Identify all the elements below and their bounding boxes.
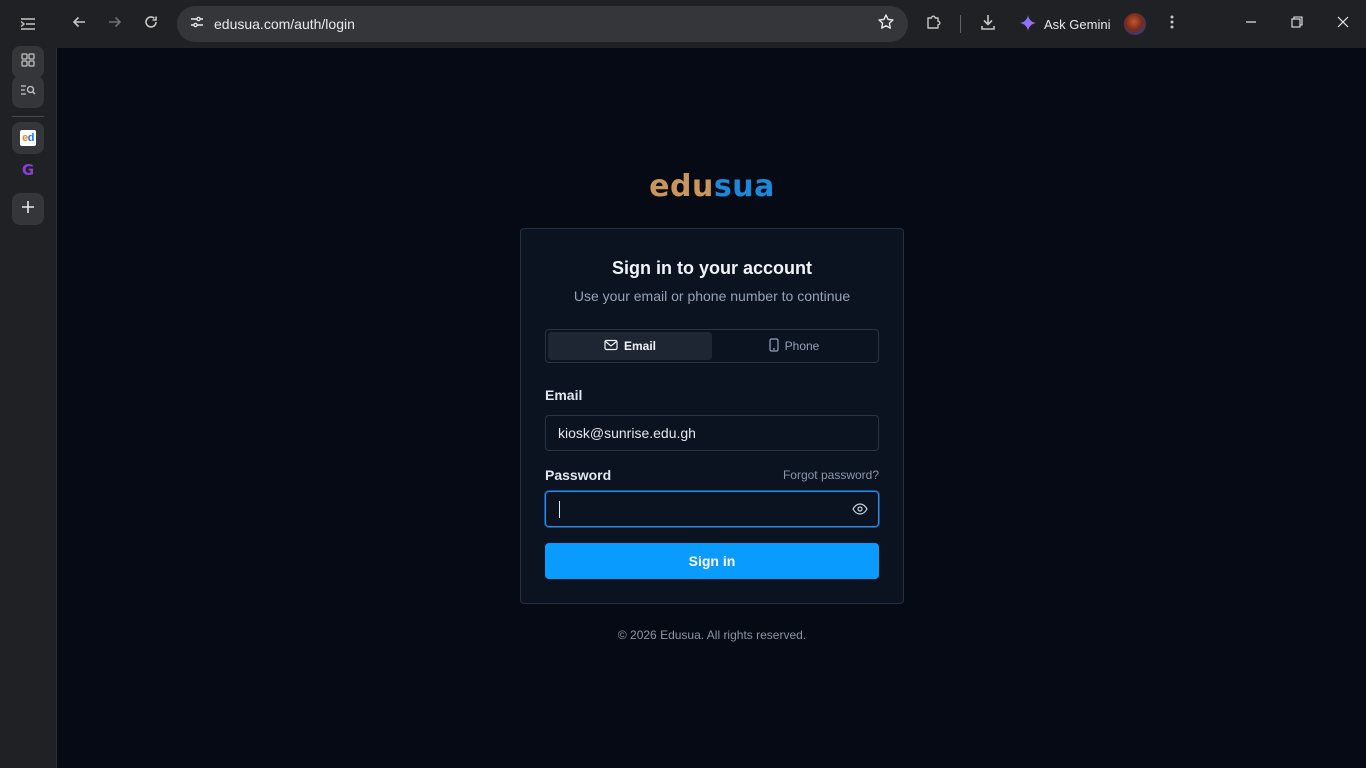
page-content: edusua Sign in to your account Use your … <box>56 48 1366 768</box>
ask-gemini-button[interactable]: Ask Gemini <box>1014 8 1116 40</box>
tab-search-button[interactable] <box>12 76 44 108</box>
logo-part-edu: edu <box>649 169 714 204</box>
address-bar[interactable]: edusua.com/auth/login <box>177 6 908 42</box>
browser-window: ed G edusua.com/auth/login Ask Gemini ed… <box>0 0 1366 768</box>
url-text[interactable]: edusua.com/auth/login <box>214 6 355 42</box>
tab-edusua[interactable]: ed <box>12 122 44 154</box>
arrow-left-icon <box>71 14 87 35</box>
email-field[interactable]: kiosk@sunrise.edu.gh <box>545 415 879 451</box>
tab-groups-button[interactable] <box>12 46 44 78</box>
forgot-password-link[interactable]: Forgot password? <box>783 468 879 482</box>
edusua-logo: edusua <box>57 169 1366 204</box>
forward-button[interactable] <box>99 8 131 40</box>
close-icon <box>1337 15 1349 33</box>
star-icon <box>877 13 895 36</box>
kebab-menu-icon <box>1170 15 1174 34</box>
downloads-button[interactable] <box>972 8 1004 40</box>
arrow-right-icon <box>107 14 123 35</box>
mail-icon <box>604 339 618 354</box>
tab-strip-divider <box>12 116 44 117</box>
restore-icon <box>1291 15 1303 33</box>
sign-in-button[interactable]: Sign in <box>545 543 879 579</box>
tab-email[interactable]: Email <box>548 332 712 360</box>
vertical-tab-strip: ed G <box>0 0 56 768</box>
g-favicon-icon: G <box>21 161 35 179</box>
tab-phone[interactable]: Phone <box>712 332 876 360</box>
collapse-tabs-icon[interactable] <box>14 12 42 36</box>
bookmark-button[interactable] <box>874 12 898 36</box>
toolbar-divider <box>960 15 961 33</box>
reload-icon <box>143 14 159 35</box>
tab-phone-label: Phone <box>784 339 820 353</box>
extensions-button[interactable] <box>918 8 950 40</box>
copyright-footer: © 2026 Edusua. All rights reserved. <box>617 628 807 642</box>
card-subtitle: Use your email or phone number to contin… <box>573 288 851 304</box>
email-label: Email <box>545 387 583 403</box>
profile-avatar[interactable] <box>1124 13 1146 35</box>
login-method-toggle: Email Phone <box>545 329 879 363</box>
reload-button[interactable] <box>135 8 167 40</box>
edusua-favicon-icon: ed <box>20 130 36 146</box>
minimize-button[interactable] <box>1228 0 1274 48</box>
minimize-icon <box>1245 15 1257 33</box>
plus-icon <box>21 200 35 219</box>
logo-part-sua: sua <box>713 169 775 204</box>
close-window-button[interactable] <box>1320 0 1366 48</box>
puzzle-icon <box>925 13 943 36</box>
tab-email-label: Email <box>623 339 656 353</box>
site-info-button[interactable] <box>183 10 211 38</box>
back-button[interactable] <box>63 8 95 40</box>
download-icon <box>979 13 997 36</box>
browser-toolbar: edusua.com/auth/login Ask Gemini <box>56 0 1366 48</box>
login-card: Sign in to your account Use your email o… <box>520 228 904 604</box>
tab-search-icon <box>20 83 36 102</box>
text-caret <box>559 501 560 518</box>
browser-menu-button[interactable] <box>1156 8 1188 40</box>
show-password-icon[interactable] <box>852 501 868 517</box>
grid-icon <box>21 52 35 72</box>
tab-grammarly[interactable]: G <box>12 154 44 186</box>
ask-gemini-label: Ask Gemini <box>1044 16 1111 32</box>
password-field[interactable] <box>545 491 879 527</box>
new-tab-button[interactable] <box>12 193 44 225</box>
card-title: Sign in to your account <box>611 258 812 278</box>
restore-button[interactable] <box>1274 0 1320 48</box>
phone-icon <box>769 337 779 355</box>
gemini-spark-icon <box>1020 14 1036 34</box>
password-label: Password <box>545 467 612 483</box>
tune-icon <box>189 14 205 35</box>
